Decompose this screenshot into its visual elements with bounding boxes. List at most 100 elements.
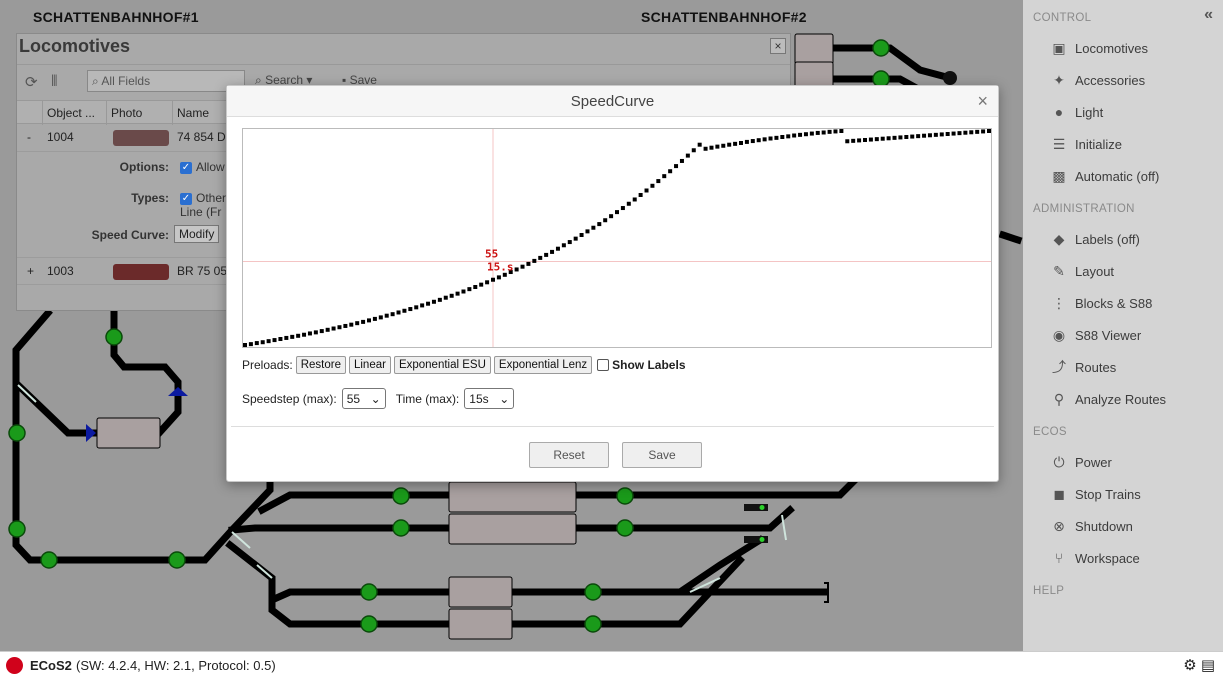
curve-point[interactable]: [384, 313, 389, 318]
options-checkbox[interactable]: ✓: [180, 161, 192, 174]
curve-point[interactable]: [550, 249, 555, 254]
collapse-sidebar-icon[interactable]: «: [1204, 6, 1213, 24]
curve-point[interactable]: [272, 338, 277, 343]
curve-point[interactable]: [868, 137, 873, 142]
sidebar-item-accessories[interactable]: ✦ Accessories: [1049, 69, 1145, 91]
curve-point[interactable]: [774, 135, 779, 140]
curve-point[interactable]: [361, 319, 366, 324]
curve-point[interactable]: [703, 146, 708, 151]
curve-point[interactable]: [650, 183, 655, 188]
curve-point[interactable]: [319, 329, 324, 334]
types-checkbox[interactable]: ✓: [180, 192, 192, 205]
sidebar-item-power[interactable]: ⏻ Power: [1049, 451, 1111, 473]
curve-point[interactable]: [656, 179, 661, 184]
curve-point[interactable]: [479, 282, 484, 287]
curve-point[interactable]: [691, 148, 696, 153]
curve-point[interactable]: [485, 280, 490, 285]
curve-point[interactable]: [762, 137, 767, 142]
curve-point[interactable]: [325, 327, 330, 332]
curve-point[interactable]: [520, 264, 525, 269]
curve-point[interactable]: [750, 139, 755, 144]
curve-point[interactable]: [697, 142, 702, 147]
curve-point[interactable]: [473, 285, 478, 290]
column-header-name[interactable]: Name: [173, 101, 233, 125]
curve-point[interactable]: [668, 169, 673, 174]
curve-point[interactable]: [396, 310, 401, 315]
reset-button[interactable]: Reset: [529, 442, 609, 468]
curve-point[interactable]: [555, 246, 560, 251]
column-header-photo[interactable]: Photo: [107, 101, 173, 125]
curve-point[interactable]: [815, 130, 820, 135]
curve-point[interactable]: [768, 136, 773, 141]
curve-point[interactable]: [402, 308, 407, 313]
curve-point[interactable]: [857, 138, 862, 143]
curve-point[interactable]: [880, 136, 885, 141]
curve-point[interactable]: [969, 130, 974, 135]
curve-point[interactable]: [514, 267, 519, 272]
curve-point[interactable]: [615, 210, 619, 215]
curve-point[interactable]: [662, 174, 667, 179]
preload-linear-button[interactable]: Linear: [348, 356, 391, 374]
curve-point[interactable]: [927, 133, 932, 138]
sidebar-item-stop-trains[interactable]: ◼ Stop Trains: [1049, 483, 1141, 505]
columns-icon[interactable]: ⦀: [51, 73, 58, 90]
curve-point[interactable]: [561, 243, 566, 248]
curve-point[interactable]: [685, 153, 690, 158]
row-toggle[interactable]: -: [27, 130, 31, 144]
sidebar-item-workspace[interactable]: ⑂ Workspace: [1049, 547, 1140, 569]
curve-point[interactable]: [957, 131, 962, 136]
curve-point[interactable]: [467, 287, 472, 292]
options-value[interactable]: ✓ Allow: [180, 160, 225, 174]
speed-curve-chart[interactable]: 55 15.s: [242, 128, 992, 348]
curve-point[interactable]: [626, 201, 631, 206]
sidebar-item-routes[interactable]: ⤴ Routes: [1049, 356, 1116, 378]
curve-point[interactable]: [827, 129, 832, 134]
curve-point[interactable]: [597, 222, 602, 227]
curve-point[interactable]: [939, 132, 944, 137]
curve-point[interactable]: [355, 321, 360, 326]
curve-point[interactable]: [609, 214, 614, 219]
curve-point[interactable]: [331, 326, 336, 331]
curve-point[interactable]: [367, 318, 371, 323]
curve-point[interactable]: [945, 131, 950, 136]
speed-curve-plot[interactable]: 5515.s: [243, 129, 991, 347]
sidebar-item-light[interactable]: ● Light: [1049, 101, 1103, 123]
curve-point[interactable]: [290, 334, 295, 339]
curve-point[interactable]: [567, 240, 572, 245]
save-button[interactable]: Save: [622, 442, 702, 468]
sidebar-item-blocks-s88[interactable]: ⋮ Blocks & S88: [1049, 292, 1152, 314]
curve-point[interactable]: [727, 142, 732, 147]
curve-point[interactable]: [390, 312, 395, 317]
sidebar-item-initialize[interactable]: ☰ Initialize: [1049, 133, 1122, 155]
curve-point[interactable]: [302, 332, 307, 337]
close-icon[interactable]: ×: [977, 91, 988, 112]
curve-point[interactable]: [851, 138, 856, 143]
locomotives-panel-close-button[interactable]: ×: [770, 38, 786, 54]
curve-point[interactable]: [585, 229, 590, 234]
modify-speed-curve-button[interactable]: Modify: [174, 225, 220, 243]
curve-point[interactable]: [538, 255, 543, 260]
curve-point[interactable]: [809, 131, 814, 136]
curve-point[interactable]: [620, 206, 625, 211]
curve-point[interactable]: [780, 134, 785, 139]
show-labels-checkbox[interactable]: [597, 359, 610, 371]
curve-point[interactable]: [951, 131, 956, 136]
curve-point[interactable]: [821, 130, 826, 135]
time-select[interactable]: 15s ⌄: [464, 388, 515, 409]
curve-point[interactable]: [260, 340, 265, 345]
curve-point[interactable]: [544, 252, 549, 257]
curve-point[interactable]: [892, 135, 897, 140]
sidebar-item-labels[interactable]: ◆ Labels (off): [1049, 228, 1140, 250]
curve-point[interactable]: [313, 330, 318, 335]
curve-point[interactable]: [603, 218, 608, 223]
preload-exponential-lenz-button[interactable]: Exponential Lenz: [493, 356, 593, 374]
curve-point[interactable]: [579, 233, 584, 238]
curve-point[interactable]: [721, 143, 726, 148]
curve-point[interactable]: [874, 137, 879, 142]
sidebar-item-s88-viewer[interactable]: ◉ S88 Viewer: [1049, 324, 1141, 346]
gear-icon[interactable]: ⚙: [1183, 657, 1196, 674]
curve-point[interactable]: [886, 136, 891, 141]
curve-point[interactable]: [916, 134, 921, 139]
search-input[interactable]: ⌕ All Fields: [87, 70, 245, 92]
curve-point[interactable]: [786, 134, 791, 139]
